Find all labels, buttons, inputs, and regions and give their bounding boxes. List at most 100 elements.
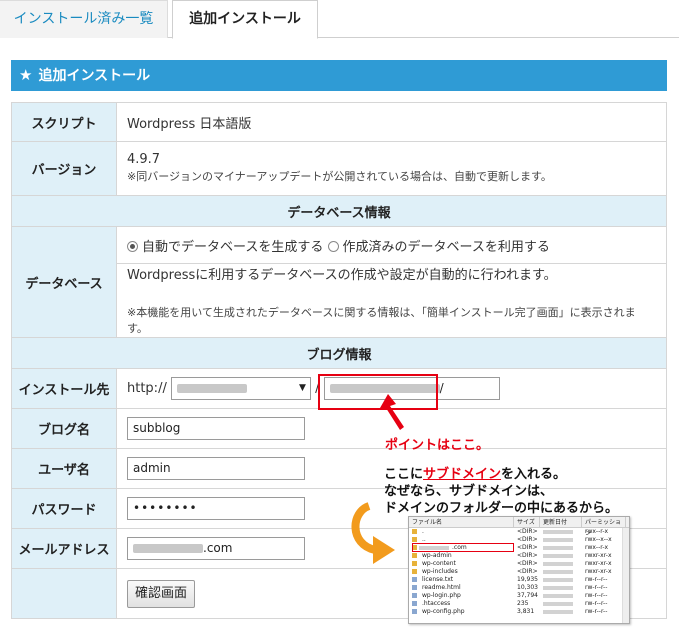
domain-select[interactable]: ▼	[170, 377, 311, 400]
radio-checked-icon	[127, 240, 138, 252]
file-list-rows: . <DIR> rwx--r-x.. <DIR> rwx--x--x .com <DIR> r…	[409, 528, 629, 616]
file-icon	[412, 585, 417, 590]
blurred-date	[543, 545, 573, 550]
blog-name-label: ブログ名	[11, 408, 117, 449]
radio-existing-db[interactable]: 作成済みのデータベースを利用する	[327, 239, 550, 255]
blurred-date	[543, 601, 573, 606]
db-section-heading: データベース情報	[11, 195, 667, 227]
file-perm: rw-r--r--	[585, 592, 608, 599]
file-name: .	[422, 528, 424, 535]
radio-auto-db[interactable]: 自動でデータベースを生成する	[127, 240, 323, 255]
password-label: パスワード	[11, 488, 117, 529]
col-size: サイズ	[514, 517, 540, 527]
file-perm: rwx--r-x	[585, 544, 609, 551]
file-size: 19,935	[517, 576, 538, 583]
file-name: license.txt	[422, 576, 454, 583]
file-row[interactable]: wp-login.php 37,794 rw-r--r--	[409, 592, 629, 600]
file-row[interactable]: license.txt 19,935 rw-r--r--	[409, 576, 629, 584]
tab-installed-list[interactable]: インストール済み一覧	[0, 0, 168, 38]
radio-existing-label: 作成済みのデータベースを利用する	[342, 239, 550, 255]
blurred-date	[543, 569, 573, 574]
file-perm: rw-r--r--	[585, 608, 608, 615]
file-list-header: ファイル名 サイズ 更新日付 パーミッション	[409, 517, 629, 537]
file-perm: rwxr-xr-x	[585, 552, 612, 559]
username-label: ユーザ名	[11, 448, 117, 489]
script-value: Wordpress 日本語版	[116, 102, 667, 142]
dropdown-caret-icon: ▼	[299, 383, 306, 393]
file-name: ..	[422, 536, 426, 543]
folder-icon	[412, 553, 417, 558]
file-row[interactable]: wp-config.php 3,831 rw-r--r--	[409, 608, 629, 616]
version-label: バージョン	[11, 141, 117, 196]
file-name: wp-login.php	[422, 592, 461, 599]
col-date: 更新日付	[540, 517, 582, 527]
file-list-window: ファイル名 サイズ 更新日付 パーミッション . <DIR> rwx--r-x.. <…	[408, 516, 630, 624]
file-name: wp-admin	[422, 552, 452, 559]
folder-icon	[412, 537, 417, 542]
file-row[interactable]: . <DIR> rwx--r-x	[409, 528, 629, 536]
file-row[interactable]: wp-admin <DIR> rwxr-xr-x	[409, 552, 629, 560]
email-suffix: .com	[203, 541, 233, 555]
blurred-date	[543, 537, 573, 542]
blurred-domain	[176, 384, 247, 393]
file-perm: rw-r--r--	[585, 600, 608, 607]
file-row[interactable]: .htaccess 235 rw-r--r--	[409, 600, 629, 608]
note-highlight-subdomain: サブドメイン	[423, 467, 502, 482]
scrollbar[interactable]	[622, 528, 629, 623]
database-note: ※本機能を用いて生成されたデータベースに関する情報は、「簡単インストール完了画面…	[127, 306, 636, 335]
protocol-text: http://	[127, 381, 167, 396]
explanation-note: ここにサブドメインを入れる。 なぜなら、サブドメインは、 ドメインのフォルダーの…	[384, 466, 618, 517]
empty-label	[11, 568, 117, 619]
file-row[interactable]: wp-includes <DIR> rwxr-xr-x	[409, 568, 629, 576]
note-line1-prefix: ここに	[384, 467, 424, 482]
email-label: メールアドレス	[11, 528, 117, 569]
col-perm: パーミッション	[582, 517, 626, 537]
file-name: wp-includes	[422, 568, 458, 575]
note-line3: ドメインのフォルダーの中にあるから。	[384, 501, 619, 516]
script-label: スクリプト	[11, 102, 117, 142]
tab-add-install[interactable]: 追加インストール	[172, 0, 318, 39]
section-header: ★ 追加インストール	[11, 60, 667, 91]
blurred-date	[543, 585, 573, 590]
version-note: ※同バージョンのマイナーアップデートが公開されている場合は、自動で更新します。	[127, 170, 552, 183]
install-path-label: インストール先	[11, 368, 117, 409]
file-perm: rwxr-xr-x	[585, 560, 612, 567]
blurred-date	[543, 577, 573, 582]
password-input[interactable]: ••••••••	[127, 497, 305, 520]
file-name: wp-config.php	[422, 608, 465, 615]
file-perm: rw-r--r--	[585, 584, 608, 591]
folder-icon	[412, 569, 417, 574]
blurred-date	[543, 553, 573, 558]
file-size: <DIR>	[517, 536, 538, 543]
file-icon	[412, 577, 417, 582]
orange-arrow-icon	[351, 502, 395, 564]
database-description: Wordpressに利用するデータベースの作成や設定が自動的に行われます。	[127, 268, 557, 283]
file-size: 37,794	[517, 592, 538, 599]
folder-icon	[412, 561, 417, 566]
file-size: 10,303	[517, 584, 538, 591]
file-size: <DIR>	[517, 560, 538, 567]
version-value: 4.9.7	[127, 152, 161, 167]
file-size: 3,831	[517, 608, 535, 615]
confirm-button[interactable]: 確認画面	[127, 579, 196, 608]
blog-name-input[interactable]: subblog	[127, 417, 305, 440]
red-arrow-icon	[380, 394, 404, 430]
blurred-email	[133, 544, 203, 553]
username-input[interactable]: admin	[127, 457, 305, 480]
file-row[interactable]: readme.html 10,303 rw-r--r--	[409, 584, 629, 592]
file-name: readme.html	[422, 584, 461, 591]
star-icon: ★	[19, 66, 33, 84]
file-perm: rwx--x--x	[585, 536, 612, 543]
note-line2: なぜなら、サブドメインは、	[384, 484, 554, 499]
email-input[interactable]: .com	[127, 537, 305, 560]
file-row[interactable]: wp-content <DIR> rwxr-xr-x	[409, 560, 629, 568]
file-size: <DIR>	[517, 544, 538, 551]
point-note: ポイントはここ。	[385, 438, 490, 453]
file-perm: rwxr-xr-x	[585, 568, 612, 575]
section-title: 追加インストール	[38, 68, 151, 84]
file-icon	[412, 601, 417, 606]
path-trailing: /	[439, 381, 444, 395]
file-icon	[412, 593, 417, 598]
file-size: <DIR>	[517, 568, 538, 575]
file-perm: rwx--r-x	[585, 528, 609, 535]
